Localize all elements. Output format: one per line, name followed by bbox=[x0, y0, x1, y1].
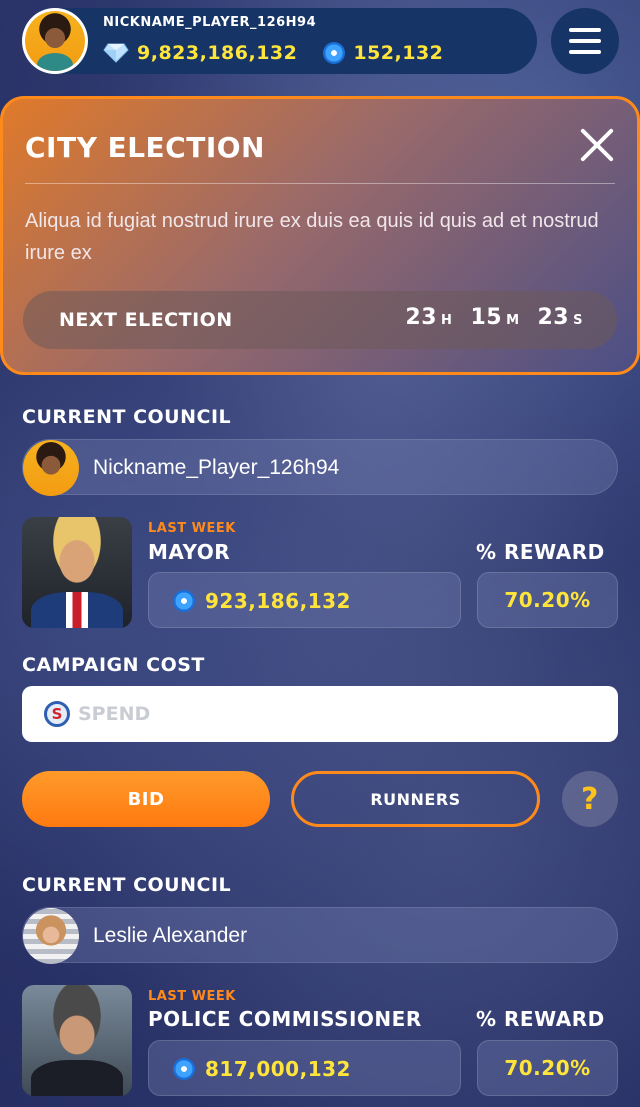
election-card: CITY ELECTION Aliqua id fugiat nostrud i… bbox=[0, 96, 640, 375]
timer-hours: 23 bbox=[405, 305, 438, 330]
spend-field[interactable]: S bbox=[22, 686, 618, 742]
council-title: CURRENT COUNCIL bbox=[22, 406, 232, 428]
council-player[interactable]: Nickname_Player_126h94 bbox=[22, 439, 618, 496]
election-description: Aliqua id fugiat nostrud irure ex duis e… bbox=[25, 210, 599, 264]
runners-button[interactable]: RUNNERS bbox=[291, 771, 540, 827]
gem-icon bbox=[103, 43, 129, 63]
police-commissioner-portrait bbox=[22, 985, 132, 1096]
divider bbox=[25, 183, 615, 184]
bid-button[interactable]: BID bbox=[22, 771, 270, 827]
mayor-portrait bbox=[22, 517, 132, 628]
timer-minutes: 15 bbox=[470, 305, 503, 330]
next-election-label: NEXT ELECTION bbox=[59, 309, 233, 331]
coins-value: 152,132 bbox=[353, 42, 444, 64]
coin-icon bbox=[173, 1058, 195, 1080]
amount-value: 817,000,132 bbox=[205, 1057, 351, 1081]
countdown-timer: 23 H 15 M 23 S bbox=[405, 305, 583, 330]
coin-icon bbox=[323, 42, 346, 64]
menu-button[interactable] bbox=[551, 8, 619, 74]
council-player[interactable]: Leslie Alexander bbox=[22, 907, 618, 964]
amount-box: 923,186,132 bbox=[148, 572, 461, 628]
election-title: CITY ELECTION bbox=[25, 131, 265, 164]
currency-row: 9,823,186,132 152,132 bbox=[103, 42, 443, 64]
spend-input[interactable] bbox=[78, 694, 598, 734]
role-title: POLICE COMMISSIONER bbox=[148, 1007, 422, 1031]
council-player-avatar bbox=[23, 440, 79, 496]
timer-seconds: 23 bbox=[537, 305, 570, 330]
council-player-name: Nickname_Player_126h94 bbox=[93, 456, 340, 479]
player-nickname: NICKNAME_PLAYER_126H94 bbox=[103, 15, 317, 30]
council-title: CURRENT COUNCIL bbox=[22, 874, 232, 896]
council-player-name: Leslie Alexander bbox=[93, 924, 248, 947]
reward-percent: 70.20% bbox=[477, 572, 618, 628]
reward-label: % REWARD bbox=[476, 540, 605, 564]
reward-percent: 70.20% bbox=[477, 1040, 618, 1096]
reward-label: % REWARD bbox=[476, 1007, 605, 1031]
amount-box: 817,000,132 bbox=[148, 1040, 461, 1096]
last-week-label: LAST WEEK bbox=[148, 521, 236, 536]
help-button[interactable]: ? bbox=[562, 771, 618, 827]
coin-icon bbox=[173, 590, 195, 612]
gems-value: 9,823,186,132 bbox=[137, 42, 298, 64]
last-week-label: LAST WEEK bbox=[148, 989, 236, 1004]
role-title: MAYOR bbox=[148, 540, 231, 564]
campaign-cost-title: CAMPAIGN COST bbox=[22, 654, 205, 676]
amount-value: 923,186,132 bbox=[205, 589, 351, 613]
next-election-bar: NEXT ELECTION 23 H 15 M 23 S bbox=[23, 291, 617, 349]
hamburger-menu-icon bbox=[569, 28, 601, 32]
player-avatar[interactable] bbox=[22, 8, 88, 74]
currency-s-icon: S bbox=[44, 701, 70, 727]
council-player-avatar bbox=[23, 908, 79, 964]
close-icon[interactable] bbox=[579, 127, 615, 163]
